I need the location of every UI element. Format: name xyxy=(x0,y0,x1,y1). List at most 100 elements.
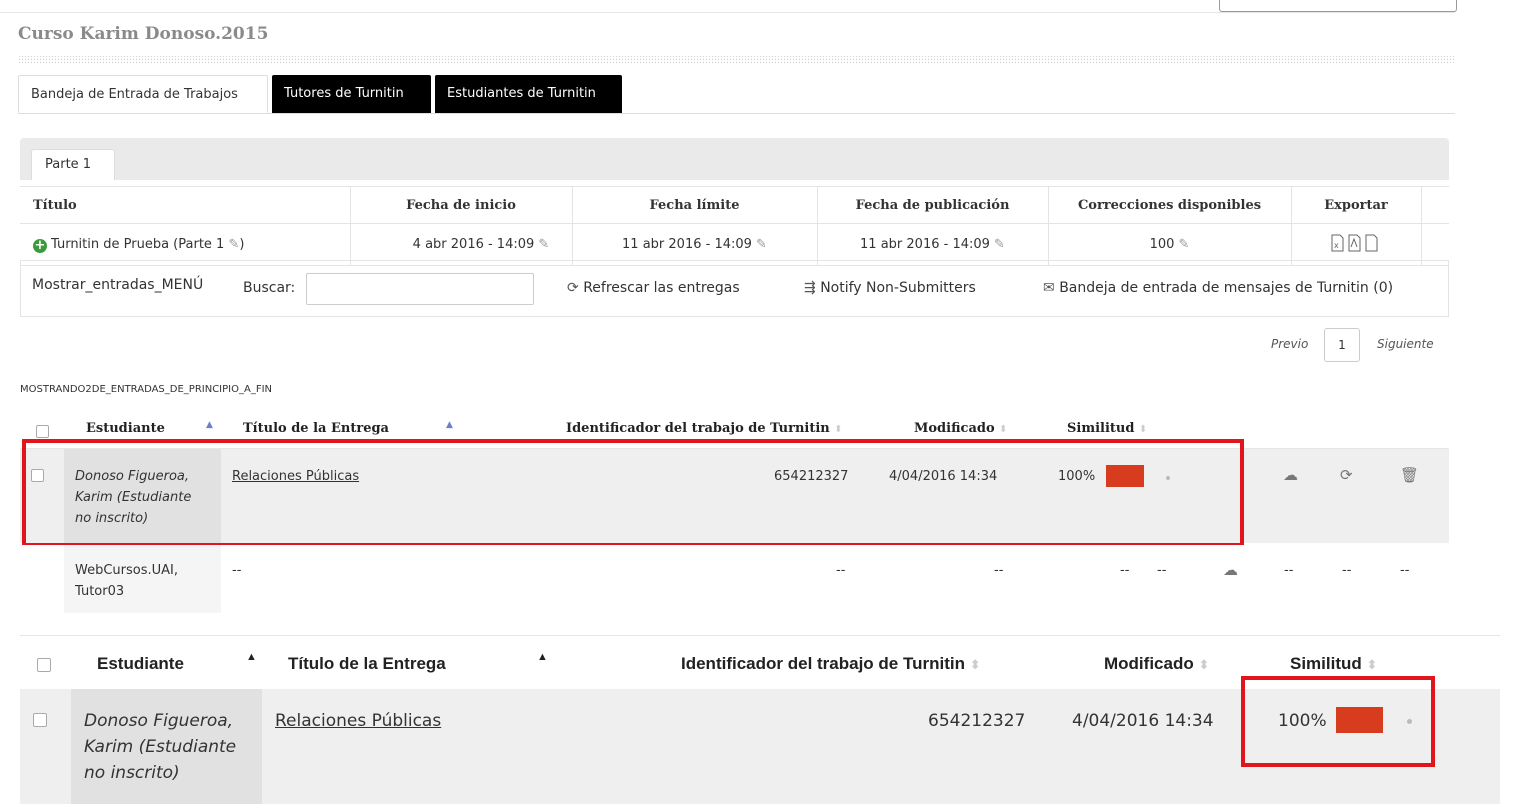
inbox-button[interactable]: ✉ Bandeja de entrada de mensajes de Turn… xyxy=(1043,280,1393,296)
header-student[interactable]: Estudiante xyxy=(97,654,184,674)
cloud-upload-icon[interactable]: ☁ xyxy=(1223,561,1238,579)
tab-inbox[interactable]: Bandeja de Entrada de Trabajos xyxy=(18,75,268,113)
paper-id: 654212327 xyxy=(928,711,1026,731)
paper-id: -- xyxy=(836,563,846,578)
start-date: 4 abr 2016 - 14:09 xyxy=(412,237,535,252)
modified-date: -- xyxy=(994,563,1004,578)
tab-part-1[interactable]: Parte 1 xyxy=(31,149,115,180)
inbox-label: Bandeja de entrada de mensajes de Turnit… xyxy=(1059,280,1394,296)
pager-previous[interactable]: Previo xyxy=(1271,337,1308,351)
header-due-date: Fecha límite xyxy=(571,186,818,224)
notify-button[interactable]: ⇶ Notify Non-Submitters xyxy=(804,280,976,296)
table-row: WebCursos.UAI, Tutor03 -- -- -- -- -- ☁ … xyxy=(20,545,1449,613)
refresh-icon: ⟳ xyxy=(567,280,579,296)
refresh-icon[interactable]: ⟳ xyxy=(1340,466,1353,484)
sort-icon: ⬍ xyxy=(834,424,843,435)
select-all-checkbox[interactable] xyxy=(36,425,49,438)
xls-icon[interactable]: x xyxy=(1331,234,1344,251)
header-title: Título xyxy=(20,186,351,224)
sort-asc-icon[interactable]: ▲ xyxy=(537,651,548,663)
cloud-upload-icon[interactable]: ☁ xyxy=(1283,466,1298,484)
file-icon[interactable] xyxy=(1365,234,1378,251)
showing-entries-text: MOSTRANDO2DE_ENTRADAS_DE_PRINCIPIO_A_FIN xyxy=(20,384,273,395)
student-name-line: no inscrito) xyxy=(84,763,180,783)
header-start-date: Fecha de inicio xyxy=(349,186,573,224)
pencil-icon[interactable]: ✎ xyxy=(1179,237,1190,252)
header-marks: Correcciones disponibles xyxy=(1047,186,1292,224)
header-modified[interactable]: Modificado ⬍ xyxy=(1104,654,1209,674)
export-icons: x xyxy=(1331,234,1378,251)
student-name-line: Donoso Figueroa, xyxy=(84,711,234,731)
search-label: Buscar: xyxy=(243,280,296,296)
submission-title-link[interactable]: Relaciones Públicas xyxy=(275,711,441,731)
header-similarity[interactable]: Similitud ⬍ xyxy=(1067,421,1147,436)
highlight-box xyxy=(22,439,1244,547)
pencil-icon[interactable]: ✎ xyxy=(994,237,1005,252)
sort-icon: ⬍ xyxy=(1138,424,1148,435)
assignment-title: Turnitin de Prueba (Parte 1 xyxy=(51,236,225,252)
refresh-button[interactable]: ⟳ Refrescar las entregas xyxy=(567,280,740,296)
header-paper-id[interactable]: Identificador del trabajo de Turnitin ⬍ xyxy=(681,654,981,674)
sort-icon: ⬍ xyxy=(969,657,981,672)
header-paper-id[interactable]: Identificador del trabajo de Turnitin ⬍ xyxy=(566,421,843,436)
header-spacer xyxy=(1420,186,1449,224)
action-placeholder: -- xyxy=(1284,563,1294,578)
action-placeholder: -- xyxy=(1400,563,1410,578)
header-student[interactable]: Estudiante xyxy=(86,421,165,436)
grade-value: -- xyxy=(1157,563,1167,578)
student-name-line: Karim (Estudiante xyxy=(84,737,237,757)
course-title: Curso Karim Donoso.2015 xyxy=(18,24,269,44)
row-checkbox[interactable] xyxy=(33,713,47,727)
sort-icon: ⬍ xyxy=(1366,657,1378,672)
sort-icon: ⬍ xyxy=(999,424,1008,435)
student-cell: Donoso Figueroa, Karim (Estudiante no in… xyxy=(71,689,262,804)
header-submission-title[interactable]: Título de la Entrega xyxy=(243,421,389,436)
highlight-box xyxy=(1241,676,1435,767)
select-all-checkbox[interactable] xyxy=(37,658,51,672)
refresh-label: Refrescar las entregas xyxy=(583,280,740,296)
marks-value: 100 xyxy=(1149,237,1175,252)
top-divider xyxy=(0,12,1455,13)
tab-tutors[interactable]: Tutores de Turnitin xyxy=(272,75,431,113)
header-submission-title[interactable]: Título de la Entrega xyxy=(288,654,446,674)
sort-icon: ⬍ xyxy=(1198,657,1210,672)
due-date: 11 abr 2016 - 14:09 xyxy=(622,237,752,252)
envelope-icon: ✉ xyxy=(1043,280,1055,296)
top-search-field[interactable] xyxy=(1219,0,1457,12)
submission-title: -- xyxy=(232,563,242,578)
sort-asc-icon[interactable]: ▲ xyxy=(446,420,453,430)
similarity-value: -- xyxy=(1120,563,1130,578)
student-cell: WebCursos.UAI, Tutor03 xyxy=(64,545,221,613)
action-placeholder: -- xyxy=(1342,563,1352,578)
reply-all-icon: ⇶ xyxy=(804,280,816,296)
header-export: Exportar xyxy=(1290,186,1422,224)
pager-page-1[interactable]: 1 xyxy=(1324,328,1360,362)
svg-text:x: x xyxy=(1334,241,1339,250)
assignment-title-close: ) xyxy=(239,236,245,252)
student-name-line: Tutor03 xyxy=(75,584,125,599)
trash-icon[interactable]: 🗑 xyxy=(1400,466,1419,484)
sort-asc-icon[interactable]: ▲ xyxy=(206,420,213,430)
header-post-date: Fecha de publicación xyxy=(816,186,1049,224)
post-date: 11 abr 2016 - 14:09 xyxy=(860,237,990,252)
notify-label: Notify Non-Submitters xyxy=(820,280,976,296)
assignment-header-row: Título Fecha de inicio Fecha límite Fech… xyxy=(20,186,1449,224)
sort-asc-icon[interactable]: ▲ xyxy=(246,651,257,663)
pencil-icon[interactable]: ✎ xyxy=(228,237,239,252)
plus-circle-icon[interactable]: + xyxy=(33,238,47,253)
pencil-icon[interactable]: ✎ xyxy=(756,237,767,252)
search-input[interactable] xyxy=(306,273,534,305)
modified-date: 4/04/2016 14:34 xyxy=(1072,711,1214,731)
header-modified[interactable]: Modificado ⬍ xyxy=(914,421,1008,436)
student-name-line: WebCursos.UAI, xyxy=(75,563,179,578)
part-tabs-bar xyxy=(20,138,1449,180)
tab-students[interactable]: Estudiantes de Turnitin xyxy=(435,75,622,113)
pencil-icon[interactable]: ✎ xyxy=(538,237,549,252)
assignment-table: Título Fecha de inicio Fecha límite Fech… xyxy=(20,186,1449,266)
pager-next[interactable]: Siguiente xyxy=(1377,337,1434,351)
pdf-icon[interactable] xyxy=(1348,234,1361,251)
header-similarity[interactable]: Similitud ⬍ xyxy=(1290,654,1377,674)
submissions-toolbar: Mostrar_entradas_MENÚ Buscar: ⟳ Refresca… xyxy=(20,260,1449,317)
dotted-divider xyxy=(18,55,1455,64)
show-entries-label[interactable]: Mostrar_entradas_MENÚ xyxy=(32,277,203,293)
